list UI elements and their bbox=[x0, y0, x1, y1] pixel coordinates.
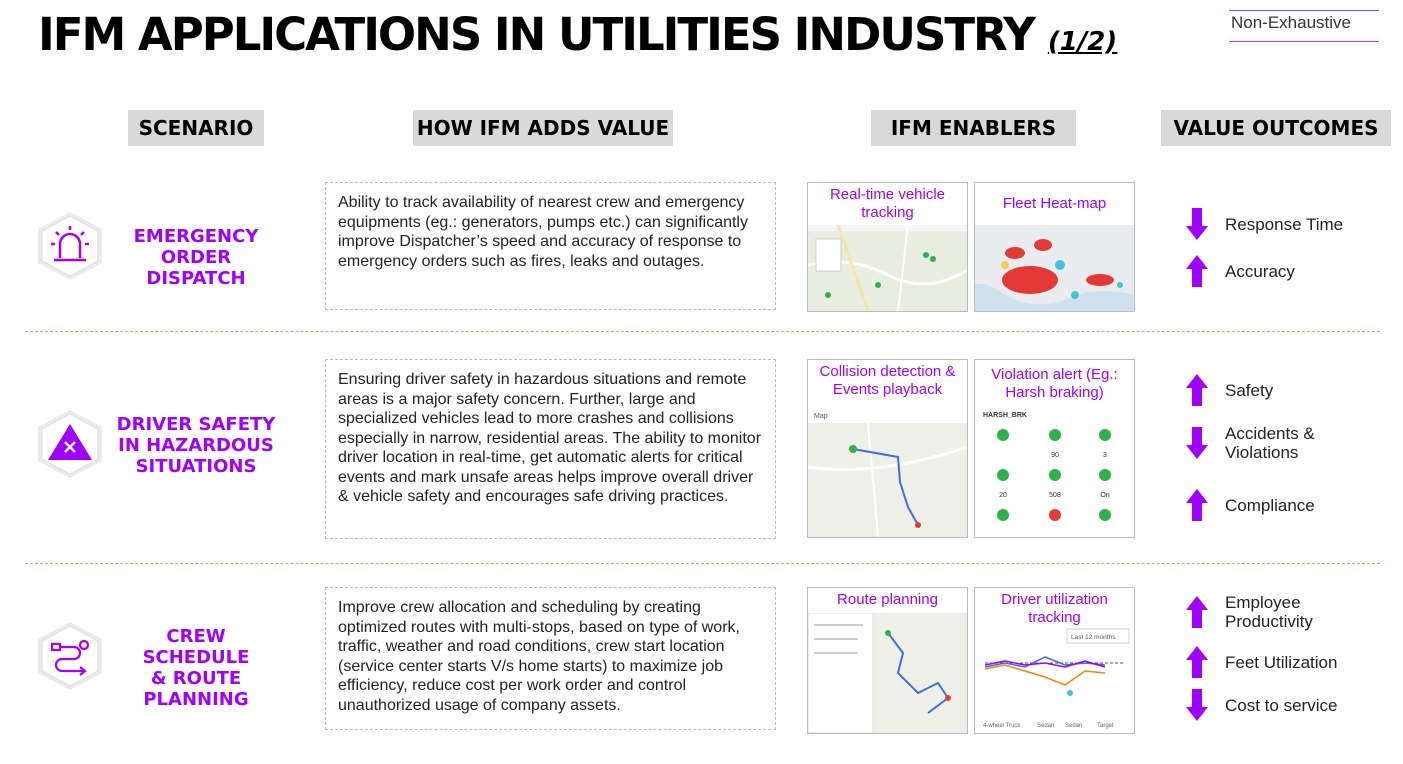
row-separator bbox=[25, 331, 1380, 332]
non-exhaustive-tag: Non-Exhaustive bbox=[1229, 10, 1379, 42]
outcome-safety: Safety bbox=[1185, 372, 1273, 408]
enabler-route-planning: Route planning bbox=[807, 587, 968, 734]
outcome-accidents-violations: Accidents & Violations bbox=[1185, 424, 1335, 462]
outcome-compliance: Compliance bbox=[1185, 487, 1315, 523]
util-legend-2: Sedan bbox=[1037, 723, 1054, 729]
header-how-ifm-adds-value: HOW IFM ADDS VALUE bbox=[413, 110, 673, 146]
violation-value-2: 3 bbox=[1103, 452, 1107, 459]
description-driver-safety: Ensuring driver safety in hazardous situ… bbox=[325, 359, 776, 539]
arrow-up-icon bbox=[1186, 596, 1208, 628]
violation-value-5: On bbox=[1100, 492, 1109, 499]
util-legend-3: Sedan bbox=[1065, 723, 1082, 729]
description-crew-schedule: Improve crew allocation and scheduling b… bbox=[325, 587, 776, 730]
header-scenario: SCENARIO bbox=[128, 110, 264, 146]
outcome-employee-productivity: Employee Productivity bbox=[1185, 593, 1335, 631]
arrow-up-icon bbox=[1186, 646, 1208, 678]
header-ifm-enablers: IFM ENABLERS bbox=[871, 110, 1076, 146]
outcome-cost-to-service: Cost to service bbox=[1185, 687, 1337, 723]
arrow-down-icon bbox=[1186, 208, 1208, 240]
description-emergency: Ability to track availability of nearest… bbox=[325, 182, 776, 310]
util-filter: Last 12 months bbox=[1071, 634, 1116, 641]
enabler-real-time-vehicle-tracking: Real-time vehicle tracking bbox=[807, 182, 968, 312]
enabler-collision-detection: Collision detection & Events playback Ma… bbox=[807, 359, 968, 538]
outcome-response-time: Response Time bbox=[1185, 206, 1343, 242]
page-subtitle: (1/2) bbox=[1047, 27, 1118, 57]
violation-value-3: 20 bbox=[999, 492, 1007, 499]
header-value-outcomes: VALUE OUTCOMES bbox=[1161, 110, 1391, 146]
violation-value-4: 508 bbox=[1049, 492, 1061, 499]
arrow-up-icon bbox=[1186, 255, 1208, 287]
outcome-feet-utilization: Feet Utilization bbox=[1185, 644, 1337, 680]
arrow-up-icon bbox=[1186, 374, 1208, 406]
collision-map-label: Map bbox=[814, 413, 828, 420]
scenario-crew-schedule: CREW SCHEDULE & ROUTE PLANNING bbox=[142, 626, 250, 710]
route-icon bbox=[34, 620, 106, 692]
scenario-driver-safety: DRIVER SAFETY IN HAZARDOUS SITUATIONS bbox=[116, 414, 276, 477]
arrow-up-icon bbox=[1186, 489, 1208, 521]
arrow-down-icon bbox=[1186, 427, 1208, 459]
row-separator bbox=[25, 563, 1380, 564]
outcome-accuracy: Accuracy bbox=[1185, 253, 1295, 289]
page-title: IFM APPLICATIONS IN UTILITIES INDUSTRY (1… bbox=[38, 8, 1118, 61]
enabler-violation-alert: Violation alert (Eg.: Harsh braking) HAR… bbox=[974, 359, 1135, 538]
siren-icon bbox=[34, 210, 106, 282]
util-legend-1: 4-wheel Truck bbox=[983, 723, 1021, 729]
util-legend-4: Target bbox=[1097, 723, 1114, 729]
warning-x-icon bbox=[34, 408, 106, 480]
violation-value-1: 90 bbox=[1051, 452, 1059, 459]
enabler-fleet-heat-map: Fleet Heat-map bbox=[974, 182, 1135, 312]
violation-driver: HARSH_BRK bbox=[983, 412, 1027, 419]
arrow-down-icon bbox=[1186, 689, 1208, 721]
enabler-driver-utilization-tracking: Driver utilization tracking Last 12 mont… bbox=[974, 587, 1135, 734]
scenario-emergency-order-dispatch: EMERGENCY ORDER DISPATCH bbox=[133, 226, 259, 289]
